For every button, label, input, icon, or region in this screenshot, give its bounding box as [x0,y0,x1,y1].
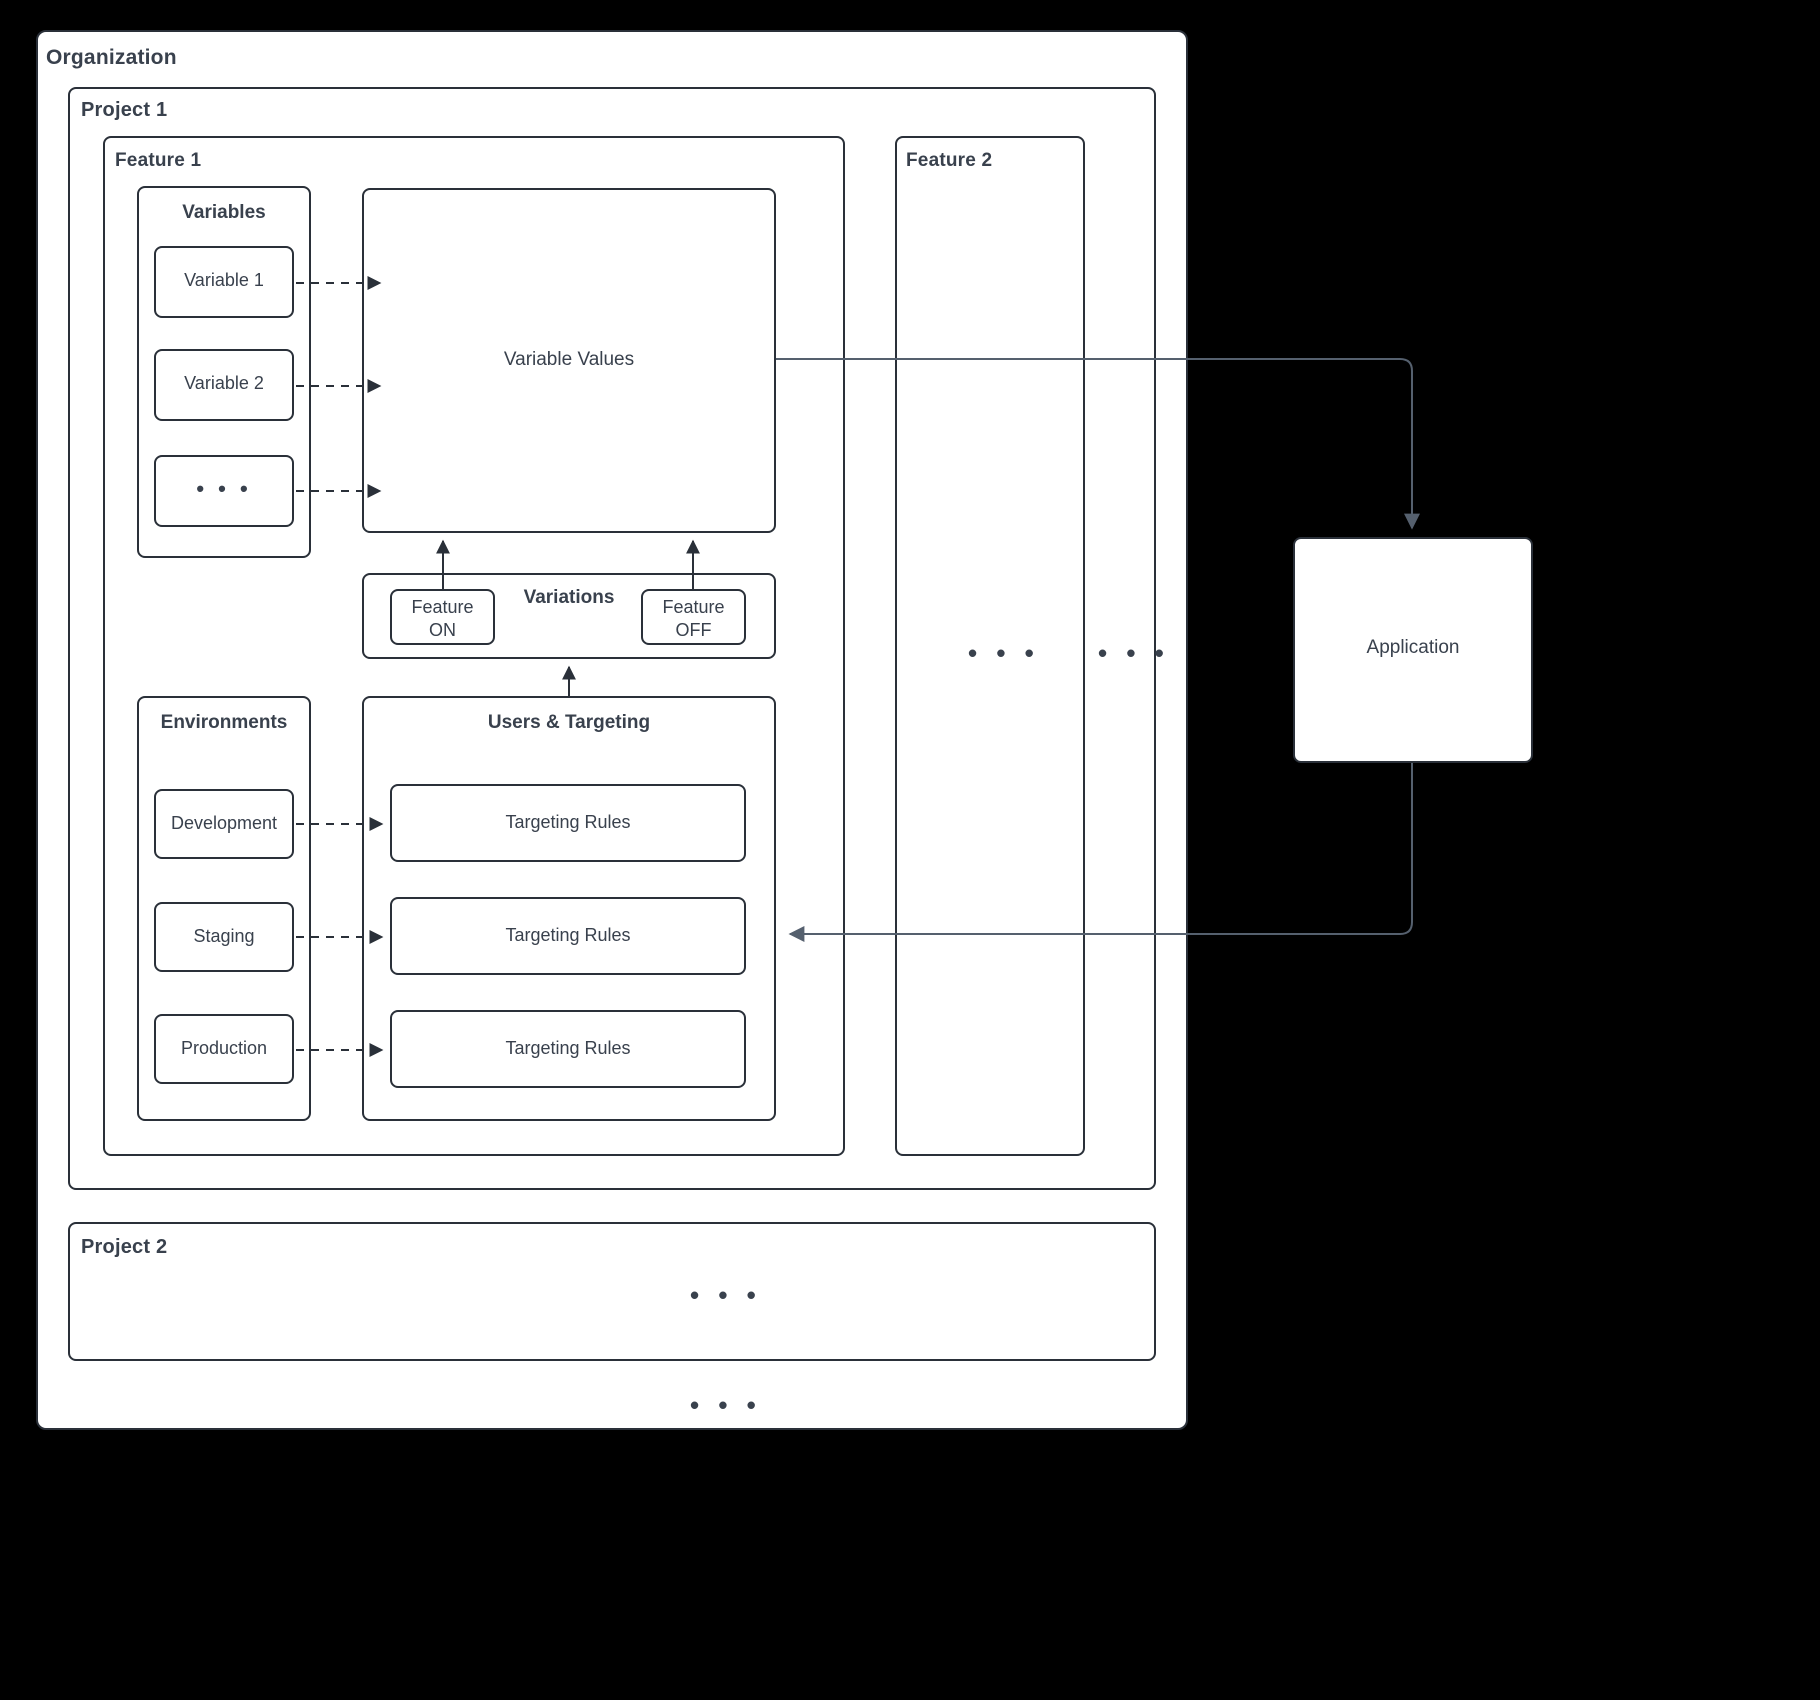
project-2-label: Project 2 [81,1236,168,1258]
application-label: Application [1366,637,1460,658]
feature-1-label: Feature 1 [115,150,202,171]
variable-more-label: • • • [196,476,252,501]
variation-feature-on-line2: ON [429,620,456,640]
targeting-rules-staging-label: Targeting Rules [505,925,631,945]
project-2-ellipsis: • • • [690,1280,762,1310]
diagram-canvas: Organization Project 1 Feature 1 Feature… [0,0,1820,1700]
variable-2-label: Variable 2 [184,373,264,393]
project-2-container [68,1222,1156,1361]
more-projects-ellipsis: • • • [690,1390,762,1420]
feature-2-ellipsis: • • • [968,638,1040,668]
variable-1-label: Variable 1 [184,270,264,290]
environment-staging-label: Staging [193,926,255,946]
organization-label: Organization [46,46,177,69]
variables-label: Variables [182,202,266,223]
variation-feature-off-line2: OFF [675,620,712,640]
users-targeting-label: Users & Targeting [487,712,651,733]
feature-2-label: Feature 2 [906,150,993,171]
variation-feature-off-line1: Feature [662,597,725,617]
targeting-rules-development-label: Targeting Rules [505,812,631,832]
environment-development-label: Development [170,813,278,833]
project-1-label: Project 1 [81,99,168,121]
variation-feature-on-line1: Feature [411,597,474,617]
environment-production-label: Production [180,1038,268,1058]
environments-label: Environments [160,712,288,733]
targeting-rules-production-label: Targeting Rules [505,1038,631,1058]
more-features-ellipsis: • • • [1098,638,1170,668]
variable-values-label: Variable Values [503,349,635,370]
